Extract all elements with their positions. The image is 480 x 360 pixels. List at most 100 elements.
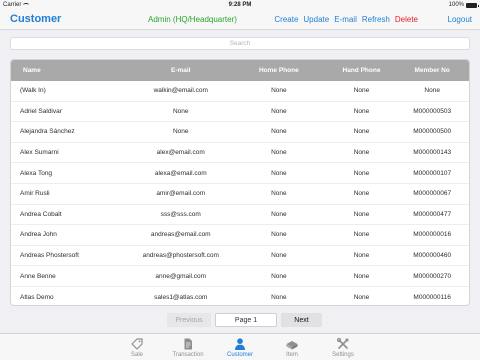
column-header-member-no[interactable]: Member No bbox=[397, 67, 469, 74]
tab-item-label: Item bbox=[286, 352, 298, 358]
cell-name: Alejandra Sánchez bbox=[20, 128, 75, 136]
tab-sale-label: Sale bbox=[130, 352, 143, 358]
cell-member-no: M000000116 bbox=[413, 293, 451, 301]
cell-name: Adriel Saldivar bbox=[20, 107, 62, 115]
cell-member-no: M000000016 bbox=[413, 231, 452, 239]
cell-home-phone: None bbox=[271, 149, 287, 157]
cell-member-no: M000000143 bbox=[413, 149, 452, 157]
cell-hand-phone: None bbox=[353, 293, 370, 301]
tab-bar: Sale Transaction Customer Item Settings bbox=[0, 333, 480, 360]
cell-hand-phone: None bbox=[353, 231, 370, 239]
cell-hand-phone: None bbox=[353, 128, 370, 136]
person-icon bbox=[235, 338, 245, 350]
column-header-home-phone[interactable]: Home Phone bbox=[228, 67, 319, 74]
cell-email: walkin@email.com bbox=[153, 87, 208, 95]
cell-member-no: M000000500 bbox=[413, 128, 452, 136]
table-row[interactable]: Atlas Demo sales1@atlas.com None None M0… bbox=[11, 287, 469, 305]
cell-name: Atlas Demo bbox=[20, 293, 54, 301]
cell-member-no: M000000477 bbox=[413, 210, 452, 218]
table-row[interactable]: Alexa Tong alexa@email.com None None M00… bbox=[11, 163, 469, 184]
table-row[interactable]: Amir Rusli amir@email.com None None M000… bbox=[11, 184, 469, 205]
cell-name: Alexa Tong bbox=[20, 169, 53, 177]
refresh-button[interactable]: Refresh bbox=[362, 15, 390, 24]
battery-icon bbox=[466, 2, 479, 8]
page-indicator: Page 1 bbox=[215, 313, 277, 327]
navigation-bar: Customer Admin (HQ/Headquarter) Create U… bbox=[0, 10, 480, 30]
tab-customer[interactable]: Customer bbox=[210, 334, 270, 360]
cell-email: sss@sss.com bbox=[160, 210, 201, 218]
cell-email: None bbox=[172, 107, 189, 115]
cell-hand-phone: None bbox=[353, 210, 370, 218]
email-button[interactable]: E-mail bbox=[334, 15, 357, 24]
tab-transaction[interactable]: Transaction bbox=[158, 334, 218, 360]
document-icon bbox=[184, 338, 192, 350]
action-bar: Create Update E-mail Refresh Delete bbox=[274, 15, 418, 24]
cell-name: Anne Benne bbox=[20, 272, 56, 280]
table-row[interactable]: (Walk In) walkin@email.com None None Non… bbox=[11, 81, 469, 102]
cell-member-no: M000000503 bbox=[413, 107, 452, 115]
cell-hand-phone: None bbox=[353, 107, 370, 115]
cell-email: alexa@email.com bbox=[154, 169, 207, 177]
tab-settings[interactable]: Settings bbox=[313, 334, 373, 360]
cell-hand-phone: None bbox=[353, 169, 370, 177]
tab-settings-label: Settings bbox=[332, 352, 354, 358]
cell-home-phone: None bbox=[271, 293, 287, 301]
table-row[interactable]: Alex Sumarni alex@email.com None None M0… bbox=[11, 143, 469, 164]
table-header: Name E-mail Home Phone Hand Phone Member… bbox=[11, 60, 469, 81]
cell-name: Andrea John bbox=[20, 231, 57, 239]
update-button[interactable]: Update bbox=[303, 15, 329, 24]
cell-home-phone: None bbox=[271, 87, 287, 95]
cell-home-phone: None bbox=[271, 128, 287, 136]
status-bar: Carrier 9:28 PM 100% bbox=[0, 0, 480, 10]
cell-member-no: M000000460 bbox=[413, 252, 452, 260]
table-row[interactable]: Adriel Saldivar None None None M00000050… bbox=[11, 102, 469, 123]
cell-name: Amir Rusli bbox=[20, 190, 50, 198]
customer-table: Name E-mail Home Phone Hand Phone Member… bbox=[10, 59, 470, 306]
cell-home-phone: None bbox=[271, 231, 287, 239]
cell-email: andreas@phostersoft.com bbox=[142, 252, 219, 260]
current-user-label: Admin (HQ/Headquarter) bbox=[148, 15, 237, 24]
cell-name: (Walk In) bbox=[20, 87, 46, 95]
battery-percent: 100% bbox=[448, 2, 464, 8]
page-title: Customer bbox=[10, 13, 62, 25]
search-input[interactable] bbox=[10, 37, 470, 50]
column-header-email[interactable]: E-mail bbox=[133, 67, 228, 74]
table-row[interactable]: Anne Benne anne@gmail.com None None M000… bbox=[11, 266, 469, 287]
table-row[interactable]: Alejandra Sánchez None None None M000000… bbox=[11, 122, 469, 143]
previous-page-button[interactable]: Previous bbox=[167, 313, 211, 327]
table-row[interactable]: Andrea John andreas@email.com None None … bbox=[11, 225, 469, 246]
cell-email: amir@email.com bbox=[156, 190, 206, 198]
status-time: 9:28 PM bbox=[228, 2, 252, 8]
table-row[interactable]: Andreas Phostersoft andreas@phostersoft.… bbox=[11, 246, 469, 267]
logout-button[interactable]: Logout bbox=[448, 15, 472, 24]
tools-icon bbox=[336, 337, 349, 349]
cell-member-no: M000000270 bbox=[413, 272, 452, 280]
cell-home-phone: None bbox=[271, 107, 287, 115]
tag-icon bbox=[131, 338, 143, 350]
delete-button[interactable]: Delete bbox=[395, 15, 418, 24]
next-page-button[interactable]: Next bbox=[281, 313, 322, 327]
cell-name: Andrea Cobalt bbox=[20, 210, 62, 218]
create-button[interactable]: Create bbox=[274, 15, 298, 24]
cell-email: alex@email.com bbox=[156, 149, 205, 157]
cell-email: anne@gmail.com bbox=[155, 272, 207, 280]
cell-email: None bbox=[172, 128, 189, 136]
cell-home-phone: None bbox=[271, 272, 287, 280]
column-header-name[interactable]: Name bbox=[11, 67, 133, 74]
cell-email: andreas@email.com bbox=[150, 231, 211, 239]
cell-home-phone: None bbox=[271, 190, 287, 198]
carrier-label: Carrier bbox=[3, 2, 22, 8]
cell-email: sales1@atlas.com bbox=[154, 293, 208, 301]
cell-home-phone: None bbox=[271, 210, 287, 218]
cell-member-no: M000000107 bbox=[413, 169, 452, 177]
tab-customer-label: Customer bbox=[226, 352, 253, 358]
box-icon bbox=[286, 341, 298, 350]
wifi-icon bbox=[23, 3, 30, 7]
cell-home-phone: None bbox=[271, 169, 287, 177]
table-row[interactable]: Andrea Cobalt sss@sss.com None None M000… bbox=[11, 205, 469, 226]
column-header-hand-phone[interactable]: Hand Phone bbox=[319, 67, 398, 74]
cell-home-phone: None bbox=[271, 252, 287, 260]
cell-name: Alex Sumarni bbox=[20, 149, 59, 157]
cell-member-no: None bbox=[424, 87, 440, 95]
tab-transaction-label: Transaction bbox=[172, 352, 204, 358]
